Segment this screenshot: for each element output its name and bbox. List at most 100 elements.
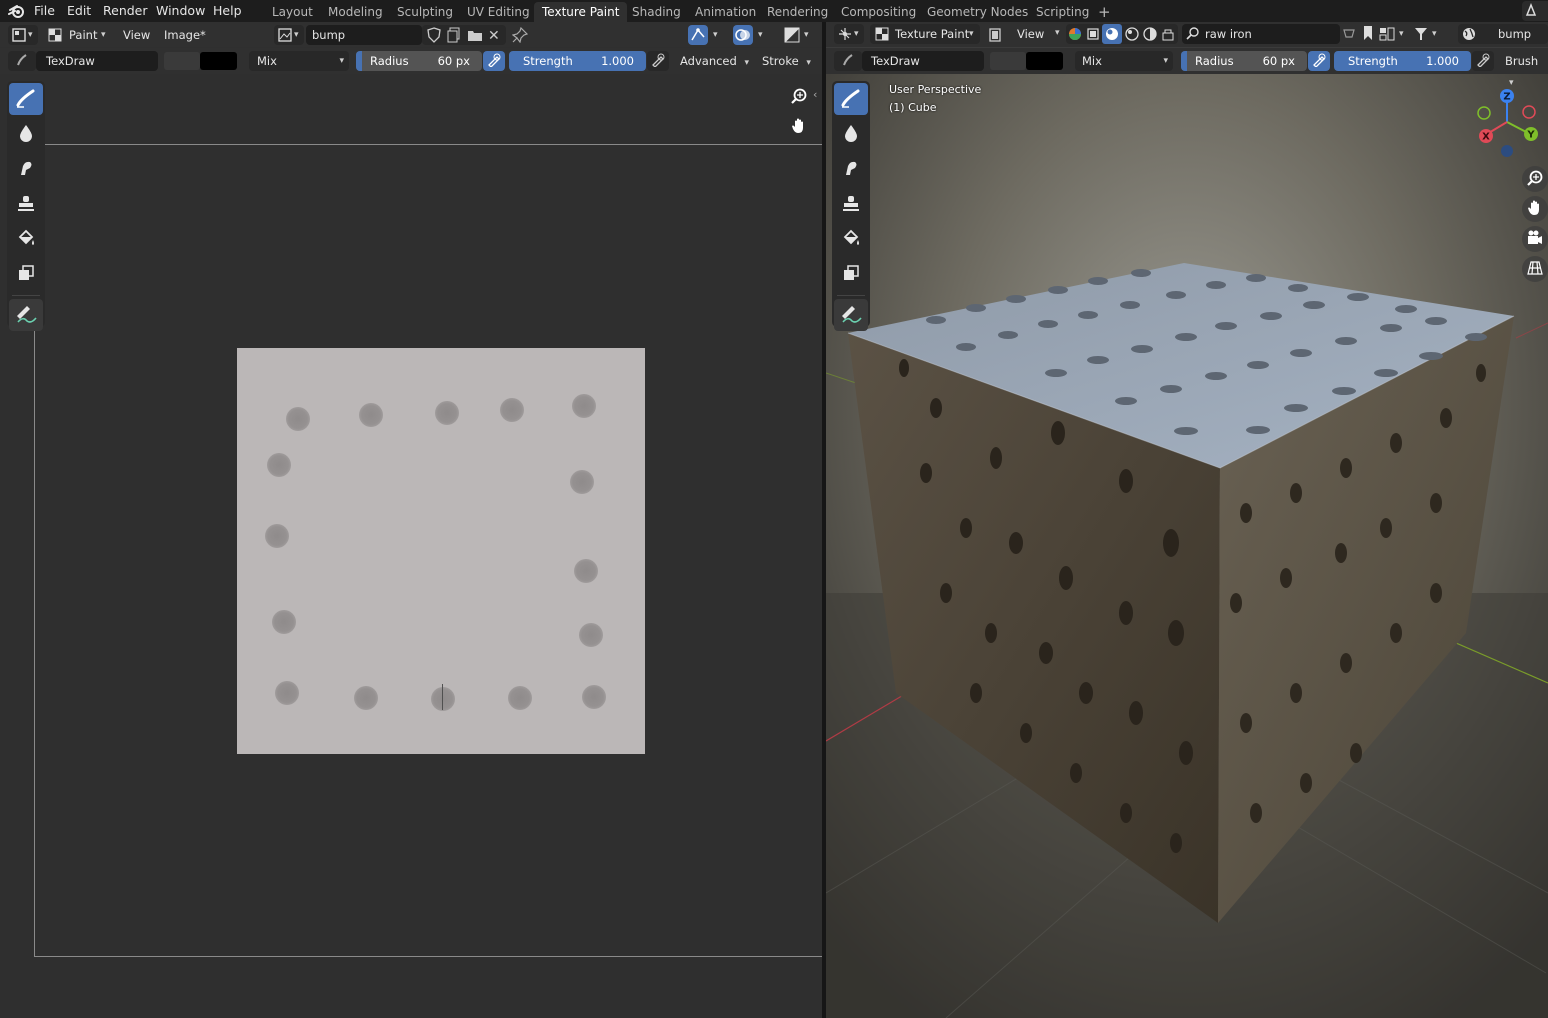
sidebar-toggle-chevron-left-icon[interactable]: ‹: [813, 88, 817, 101]
pin-icon[interactable]: [511, 26, 529, 46]
primary-color-swatch[interactable]: [1026, 52, 1063, 70]
tab-geometry-nodes[interactable]: Geometry Nodes: [919, 2, 1036, 22]
display-channels-dropdown[interactable]: ▾: [784, 25, 818, 45]
overlays-dropdown[interactable]: ▾: [733, 25, 771, 45]
mask-mode-icon[interactable]: [988, 27, 1002, 46]
zoom-button[interactable]: [1522, 166, 1548, 192]
draw-brush-icon: [840, 87, 862, 112]
chevron-down-icon[interactable]: ▾: [1055, 28, 1060, 38]
mask-tool[interactable]: [834, 258, 868, 290]
blend-mode-dropdown[interactable]: Mix ▾: [249, 51, 349, 71]
open-image-folder-icon[interactable]: [467, 27, 483, 49]
rendered-icon[interactable]: [1143, 27, 1157, 44]
bookmark-icon[interactable]: [1362, 25, 1374, 44]
radius-slider[interactable]: Radius 60 px: [1181, 51, 1307, 71]
annotate-tool[interactable]: [834, 299, 868, 331]
blender-logo-icon[interactable]: [8, 2, 26, 20]
fake-user-shield-icon[interactable]: [427, 27, 441, 49]
smear-tool[interactable]: [834, 153, 868, 185]
shield-icon[interactable]: [1342, 25, 1356, 44]
soften-tool[interactable]: [9, 118, 43, 150]
stroke-dropdown[interactable]: Stroke ▾: [762, 51, 811, 71]
tab-animation[interactable]: Animation: [687, 2, 764, 22]
tab-shading[interactable]: Shading: [624, 2, 689, 22]
draw-tool[interactable]: [9, 83, 43, 115]
wireframe-icon[interactable]: [1086, 27, 1100, 44]
menu-render[interactable]: Render: [103, 2, 148, 20]
painted-dot: [570, 470, 594, 494]
brush-preview-button[interactable]: [8, 51, 36, 71]
image-name-field[interactable]: bump: [306, 25, 422, 45]
image-menu[interactable]: Image*: [164, 25, 206, 45]
tab-sculpting[interactable]: Sculpting: [389, 2, 461, 22]
painted-dot: [574, 559, 598, 583]
material-sphere-icon[interactable]: [1068, 27, 1082, 44]
perspective-toggle-button[interactable]: [1522, 256, 1548, 282]
uv-sync-dropdown[interactable]: ▾: [688, 25, 726, 45]
transform-pivot-dropdown[interactable]: ▾: [1377, 24, 1409, 44]
tab-modeling[interactable]: Modeling: [320, 2, 391, 22]
brush-preview-button[interactable]: [834, 51, 862, 71]
smear-tool[interactable]: [9, 153, 43, 185]
clone-tool[interactable]: [9, 188, 43, 220]
strength-pressure-toggle[interactable]: [647, 51, 669, 71]
filter-dropdown[interactable]: ▾: [1412, 24, 1442, 44]
tab-scripting[interactable]: Scripting: [1028, 2, 1097, 22]
browse-image-button[interactable]: ▾: [274, 25, 304, 45]
material-search-field[interactable]: raw iron: [1182, 24, 1340, 44]
tab-rendering[interactable]: Rendering: [759, 2, 836, 22]
clone-tool[interactable]: [834, 188, 868, 220]
strength-slider[interactable]: Strength 1.000: [1334, 51, 1471, 71]
scene-selector-icon[interactable]: [1522, 1, 1548, 21]
menu-file[interactable]: File: [34, 2, 55, 20]
camera-view-button[interactable]: [1522, 226, 1548, 252]
view-menu[interactable]: View: [1017, 24, 1044, 44]
pan-button[interactable]: [786, 114, 812, 140]
navigation-gizmo[interactable]: Z Y X: [1472, 84, 1542, 160]
image-selector[interactable]: bump: [1458, 24, 1548, 44]
editor-type-button[interactable]: ▾: [834, 24, 864, 44]
menu-edit[interactable]: Edit: [67, 2, 91, 20]
tab-compositing[interactable]: Compositing: [833, 2, 924, 22]
mask-tool[interactable]: [9, 258, 43, 290]
radius-pressure-toggle[interactable]: [483, 51, 505, 71]
new-image-icon[interactable]: [447, 27, 461, 49]
view-menu[interactable]: View: [123, 25, 150, 45]
pan-button[interactable]: [1522, 196, 1548, 222]
zoom-button[interactable]: [786, 84, 812, 110]
tab-layout[interactable]: Layout: [264, 2, 321, 22]
secondary-color-swatch[interactable]: [164, 52, 200, 70]
material-preview-icon[interactable]: [1125, 27, 1139, 44]
blend-mode-dropdown[interactable]: Mix ▾: [1075, 51, 1173, 71]
radius-slider[interactable]: Radius 60 px: [356, 51, 482, 71]
editor-type-button[interactable]: ▾: [8, 25, 38, 45]
menu-window[interactable]: Window: [156, 2, 205, 20]
object-lock-icon[interactable]: [1161, 27, 1175, 44]
primary-color-swatch[interactable]: [200, 52, 237, 70]
tab-uv-editing[interactable]: UV Editing: [459, 2, 538, 22]
strength-slider[interactable]: Strength 1.000: [509, 51, 646, 71]
add-workspace-button[interactable]: +: [1090, 2, 1119, 22]
annotate-tool[interactable]: [9, 299, 43, 331]
solid-shading-icon[interactable]: [1102, 24, 1122, 44]
viewport-scene[interactable]: [826, 73, 1548, 1018]
bump-texture-image[interactable]: [237, 348, 645, 754]
toolbar-divider: [12, 295, 40, 296]
radius-pressure-toggle[interactable]: [1308, 51, 1330, 71]
mode-dropdown[interactable]: Paint ▾: [44, 25, 112, 45]
draw-tool[interactable]: [834, 83, 868, 115]
close-icon[interactable]: ✕: [488, 26, 500, 46]
brush-panel-dropdown[interactable]: Brush ▾: [1505, 51, 1548, 88]
strength-pressure-toggle[interactable]: [1472, 51, 1494, 71]
brush-name-field[interactable]: TexDraw: [36, 51, 158, 71]
viewport-paint-toolbar: [832, 81, 870, 331]
tab-texture-paint[interactable]: Texture Paint: [534, 2, 628, 22]
interaction-mode-dropdown[interactable]: Texture Paint ▾: [870, 24, 980, 44]
brush-name-field[interactable]: TexDraw: [862, 51, 984, 71]
menu-help[interactable]: Help: [213, 2, 242, 20]
secondary-color-swatch[interactable]: [990, 52, 1026, 70]
soften-tool[interactable]: [834, 118, 868, 150]
fill-tool[interactable]: [9, 223, 43, 255]
advanced-dropdown[interactable]: Advanced ▾: [680, 51, 749, 71]
fill-tool[interactable]: [834, 223, 868, 255]
